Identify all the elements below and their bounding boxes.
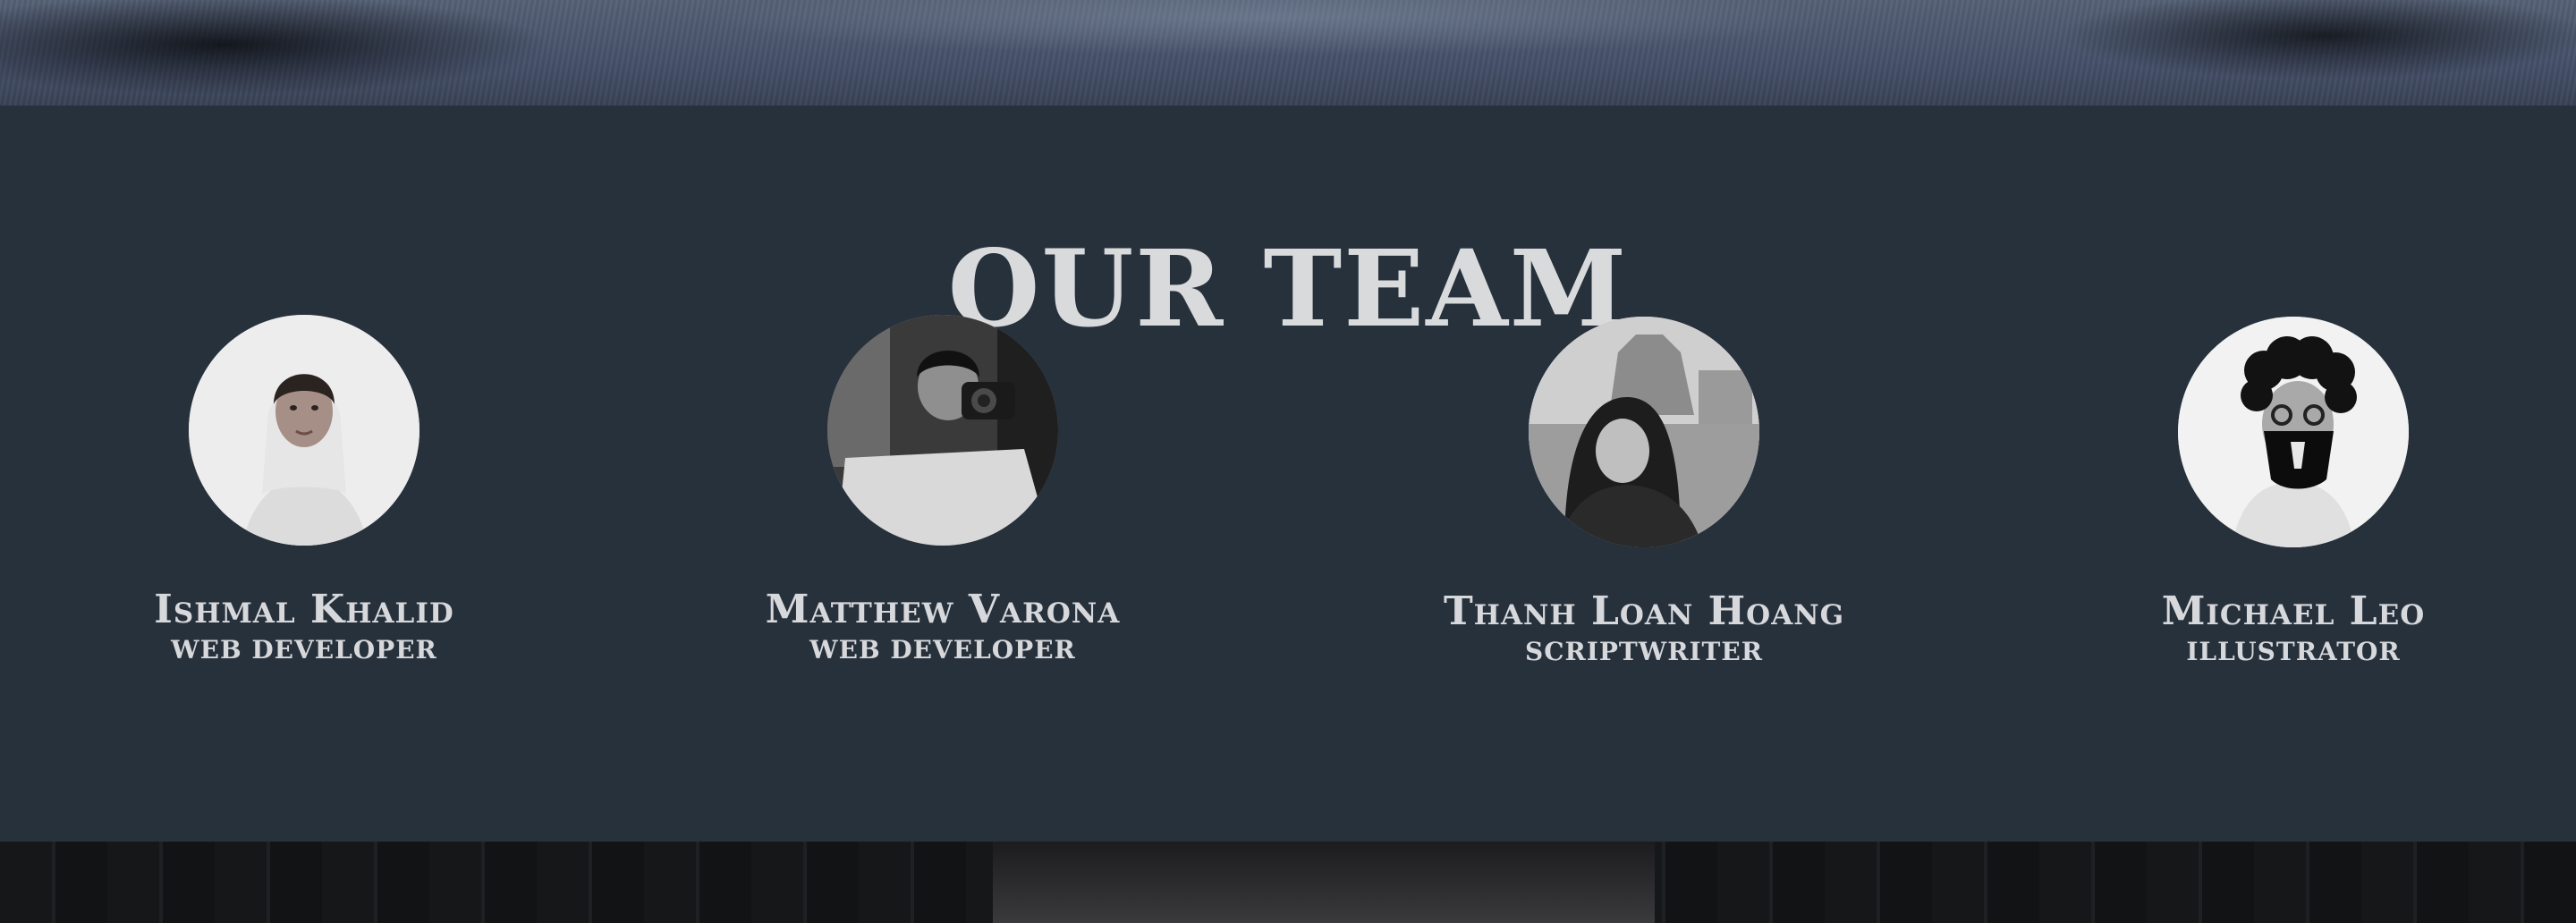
member-avatar [1529, 317, 1759, 547]
team-member-card: Thanh Loan Hoang SCRIPTWRITER [1376, 317, 1912, 667]
portrait-photo-icon [2178, 317, 2409, 547]
team-member-card: Michael Leo ILLUSTRATOR [2025, 317, 2562, 667]
member-name: Matthew Varona [765, 587, 1121, 632]
member-name: Ishmal Khalid [154, 587, 454, 632]
footer-background-image [0, 842, 2576, 923]
team-member-card: Ishmal Khalid WEB DEVELOPER [36, 315, 572, 665]
member-name: Michael Leo [2161, 589, 2426, 634]
member-role: SCRIPTWRITER [1524, 637, 1764, 667]
page: OUR TEAM Ishmal Khalid WEB DEVELOPER Mat… [0, 0, 2576, 923]
member-role: ILLUSTRATOR [2186, 637, 2401, 667]
portrait-photo-icon [1529, 317, 1759, 547]
hero-background-image [0, 0, 2576, 106]
member-avatar [189, 315, 419, 546]
member-avatar [2178, 317, 2409, 547]
background-light [993, 842, 1655, 923]
portrait-photo-icon [827, 315, 1058, 546]
member-role: WEB DEVELOPER [171, 635, 437, 665]
member-name: Thanh Loan Hoang [1443, 589, 1845, 634]
team-section: OUR TEAM Ishmal Khalid WEB DEVELOPER Mat… [0, 106, 2576, 842]
member-role: WEB DEVELOPER [809, 635, 1076, 665]
member-avatar [827, 315, 1058, 546]
portrait-photo-icon [189, 315, 419, 546]
team-member-card: Matthew Varona WEB DEVELOPER [674, 315, 1211, 665]
